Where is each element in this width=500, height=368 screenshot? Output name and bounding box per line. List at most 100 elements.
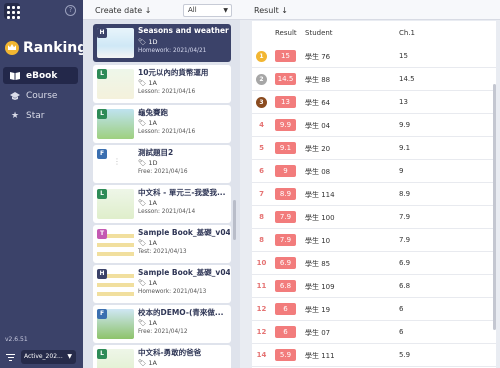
student-name[interactable]: 學生 85: [305, 259, 330, 269]
card-class: 🏷 1A: [138, 79, 157, 87]
table-row: 1 15 學生 76 15: [252, 45, 496, 68]
chevron-down-icon: ▼: [223, 7, 228, 14]
rank-number: 12: [256, 328, 267, 336]
score-badge: 14.5: [275, 73, 296, 85]
card-meta: Test: 2021/04/13: [138, 249, 187, 255]
sort-create-date[interactable]: Create date ↓: [95, 6, 151, 15]
sidebar: ? Ranking eBook Course ★ Star v2.6.51 Ac…: [0, 0, 87, 368]
card-class: 🏷 1A: [138, 319, 157, 327]
card-meta: Homework: 2021/04/21: [138, 48, 207, 54]
score-badge: 8.9: [275, 188, 296, 200]
ebook-card[interactable]: T Sample Book_基礎_v04 🏷 1A Test: 2021/04/…: [93, 225, 231, 263]
ch1-score: 8.9: [399, 190, 411, 198]
ebook-list-panel: Create date ↓ All ▼ H Seasons and weathe…: [83, 0, 240, 368]
sidebar-item-course[interactable]: Course: [3, 87, 78, 104]
sidebar-item-ebook[interactable]: eBook: [3, 67, 78, 84]
rank-number: 12: [256, 305, 267, 313]
student-name[interactable]: 學生 76: [305, 52, 330, 62]
result-table: Result Student Ch.1 1 15 學生 76 15 2 14.5 學生 88…: [252, 21, 496, 368]
chevron-down-icon: ▼: [67, 353, 72, 360]
type-badge: L: [97, 109, 107, 119]
score-badge: 6: [275, 303, 296, 315]
score-badge: 5.9: [275, 349, 296, 361]
type-badge: L: [97, 349, 107, 359]
card-meta: Free: 2021/04/12: [138, 329, 188, 335]
card-class: 🏷 1D: [138, 38, 158, 46]
list-scrollbar[interactable]: [233, 200, 236, 240]
ch1-score: 7.9: [399, 213, 411, 221]
filter-select-value: All: [188, 6, 197, 14]
book-icon: [10, 71, 20, 81]
status-select-value: Active_202...: [24, 353, 63, 360]
ch1-score: 6: [399, 328, 404, 336]
student-name[interactable]: 學生 64: [305, 98, 330, 108]
student-name[interactable]: 學生 100: [305, 213, 335, 223]
card-title: 測試題目2: [138, 148, 174, 157]
ebook-card[interactable]: L 中文科-勇敢的爸爸 🏷 1A: [93, 345, 231, 368]
table-row: 10 6.9 學生 85 6.9: [252, 252, 496, 275]
star-icon: ★: [10, 110, 20, 121]
rank-number: 5: [259, 144, 264, 152]
card-class: 🏷 1A: [138, 279, 157, 287]
table-row: 14 5.9 學生 111 5.9: [252, 344, 496, 367]
status-select[interactable]: Active_202... ▼: [21, 350, 76, 364]
ebook-card[interactable]: F ⋮ 測試題目2 🏷 1D Free: 2021/04/16: [93, 145, 231, 183]
result-scrollbar[interactable]: [493, 84, 496, 330]
filter-icon[interactable]: [6, 354, 15, 361]
score-badge: 9.1: [275, 142, 296, 154]
ch1-score: 5.9: [399, 351, 411, 359]
student-name[interactable]: 學生 20: [305, 144, 330, 154]
card-class: 🏷 1A: [138, 199, 157, 207]
score-badge: 6.9: [275, 257, 296, 269]
ebook-card[interactable]: F 校本的DEMO-(青來做... 🏷 1A Free: 2021/04/12: [93, 305, 231, 343]
student-name[interactable]: 學生 114: [305, 190, 335, 200]
table-row: 12 6 學生 19 6: [252, 298, 496, 321]
table-row: 8 7.9 學生 100 7.9: [252, 206, 496, 229]
ebook-card[interactable]: H Sample Book_基礎_v04 🏷 1A Homework: 2021…: [93, 265, 231, 303]
more-icon: ⋮: [113, 157, 121, 166]
card-title: 中文科-勇敢的爸爸: [138, 348, 202, 357]
page-title: Ranking: [23, 40, 88, 56]
student-name[interactable]: 學生 07: [305, 328, 330, 338]
type-badge: H: [97, 269, 107, 279]
student-name[interactable]: 學生 111: [305, 351, 335, 361]
ebook-card[interactable]: L 龜兔賽跑 🏷 1A Lesson: 2021/04/16: [93, 105, 231, 143]
sidebar-item-star[interactable]: ★ Star: [3, 107, 78, 124]
rank-number: 6: [259, 167, 264, 175]
student-name[interactable]: 學生 04: [305, 121, 330, 131]
student-name[interactable]: 學生 109: [305, 282, 335, 292]
type-badge: F: [97, 149, 107, 159]
table-row: 7 8.9 學生 114 8.9: [252, 183, 496, 206]
apps-grid-icon[interactable]: [4, 3, 20, 19]
ebook-card[interactable]: L 中文科 - 單元三-我愛我... 🏷 1A Lesson: 2021/04/…: [93, 185, 231, 223]
filter-select[interactable]: All ▼: [183, 4, 232, 17]
card-title: 校本的DEMO-(青來做...: [138, 308, 224, 317]
score-badge: 6.8: [275, 280, 296, 292]
score-badge: 9.9: [275, 119, 296, 131]
rank-number: 14: [256, 351, 267, 359]
card-class: 🏷 1D: [138, 159, 158, 167]
student-name[interactable]: 學生 19: [305, 305, 330, 315]
ch1-score: 9.1: [399, 144, 411, 152]
ch1-score: 9.9: [399, 121, 411, 129]
ebook-card[interactable]: H Seasons and weather 🏷 1D Homework: 202…: [93, 24, 231, 62]
ebook-card[interactable]: L 10元以內的貨幣運用 🏷 1A Lesson: 2021/04/16: [93, 65, 231, 103]
card-title: 10元以內的貨幣運用: [138, 68, 209, 77]
graduation-cap-icon: [10, 91, 20, 101]
ch1-score: 14.5: [399, 75, 415, 83]
card-class: 🏷 1A: [138, 239, 157, 247]
list-header: Create date ↓ All ▼: [83, 0, 240, 20]
help-icon[interactable]: ?: [65, 5, 76, 16]
result-panel: Result ↓ Result Student Ch.1 1 15 學生 76 15 2…: [240, 0, 500, 368]
column-header-result: Result: [275, 29, 297, 37]
card-meta: Lesson: 2021/04/16: [138, 89, 196, 95]
card-title: 龜兔賽跑: [138, 108, 168, 117]
sort-result[interactable]: Result ↓: [254, 6, 288, 15]
type-badge: L: [97, 69, 107, 79]
student-name[interactable]: 學生 88: [305, 75, 330, 85]
student-name[interactable]: 學生 10: [305, 236, 330, 246]
student-name[interactable]: 學生 08: [305, 167, 330, 177]
ch1-score: 6.8: [399, 282, 411, 290]
card-meta: Lesson: 2021/04/14: [138, 209, 196, 215]
table-row: 8 7.9 學生 10 7.9: [252, 229, 496, 252]
